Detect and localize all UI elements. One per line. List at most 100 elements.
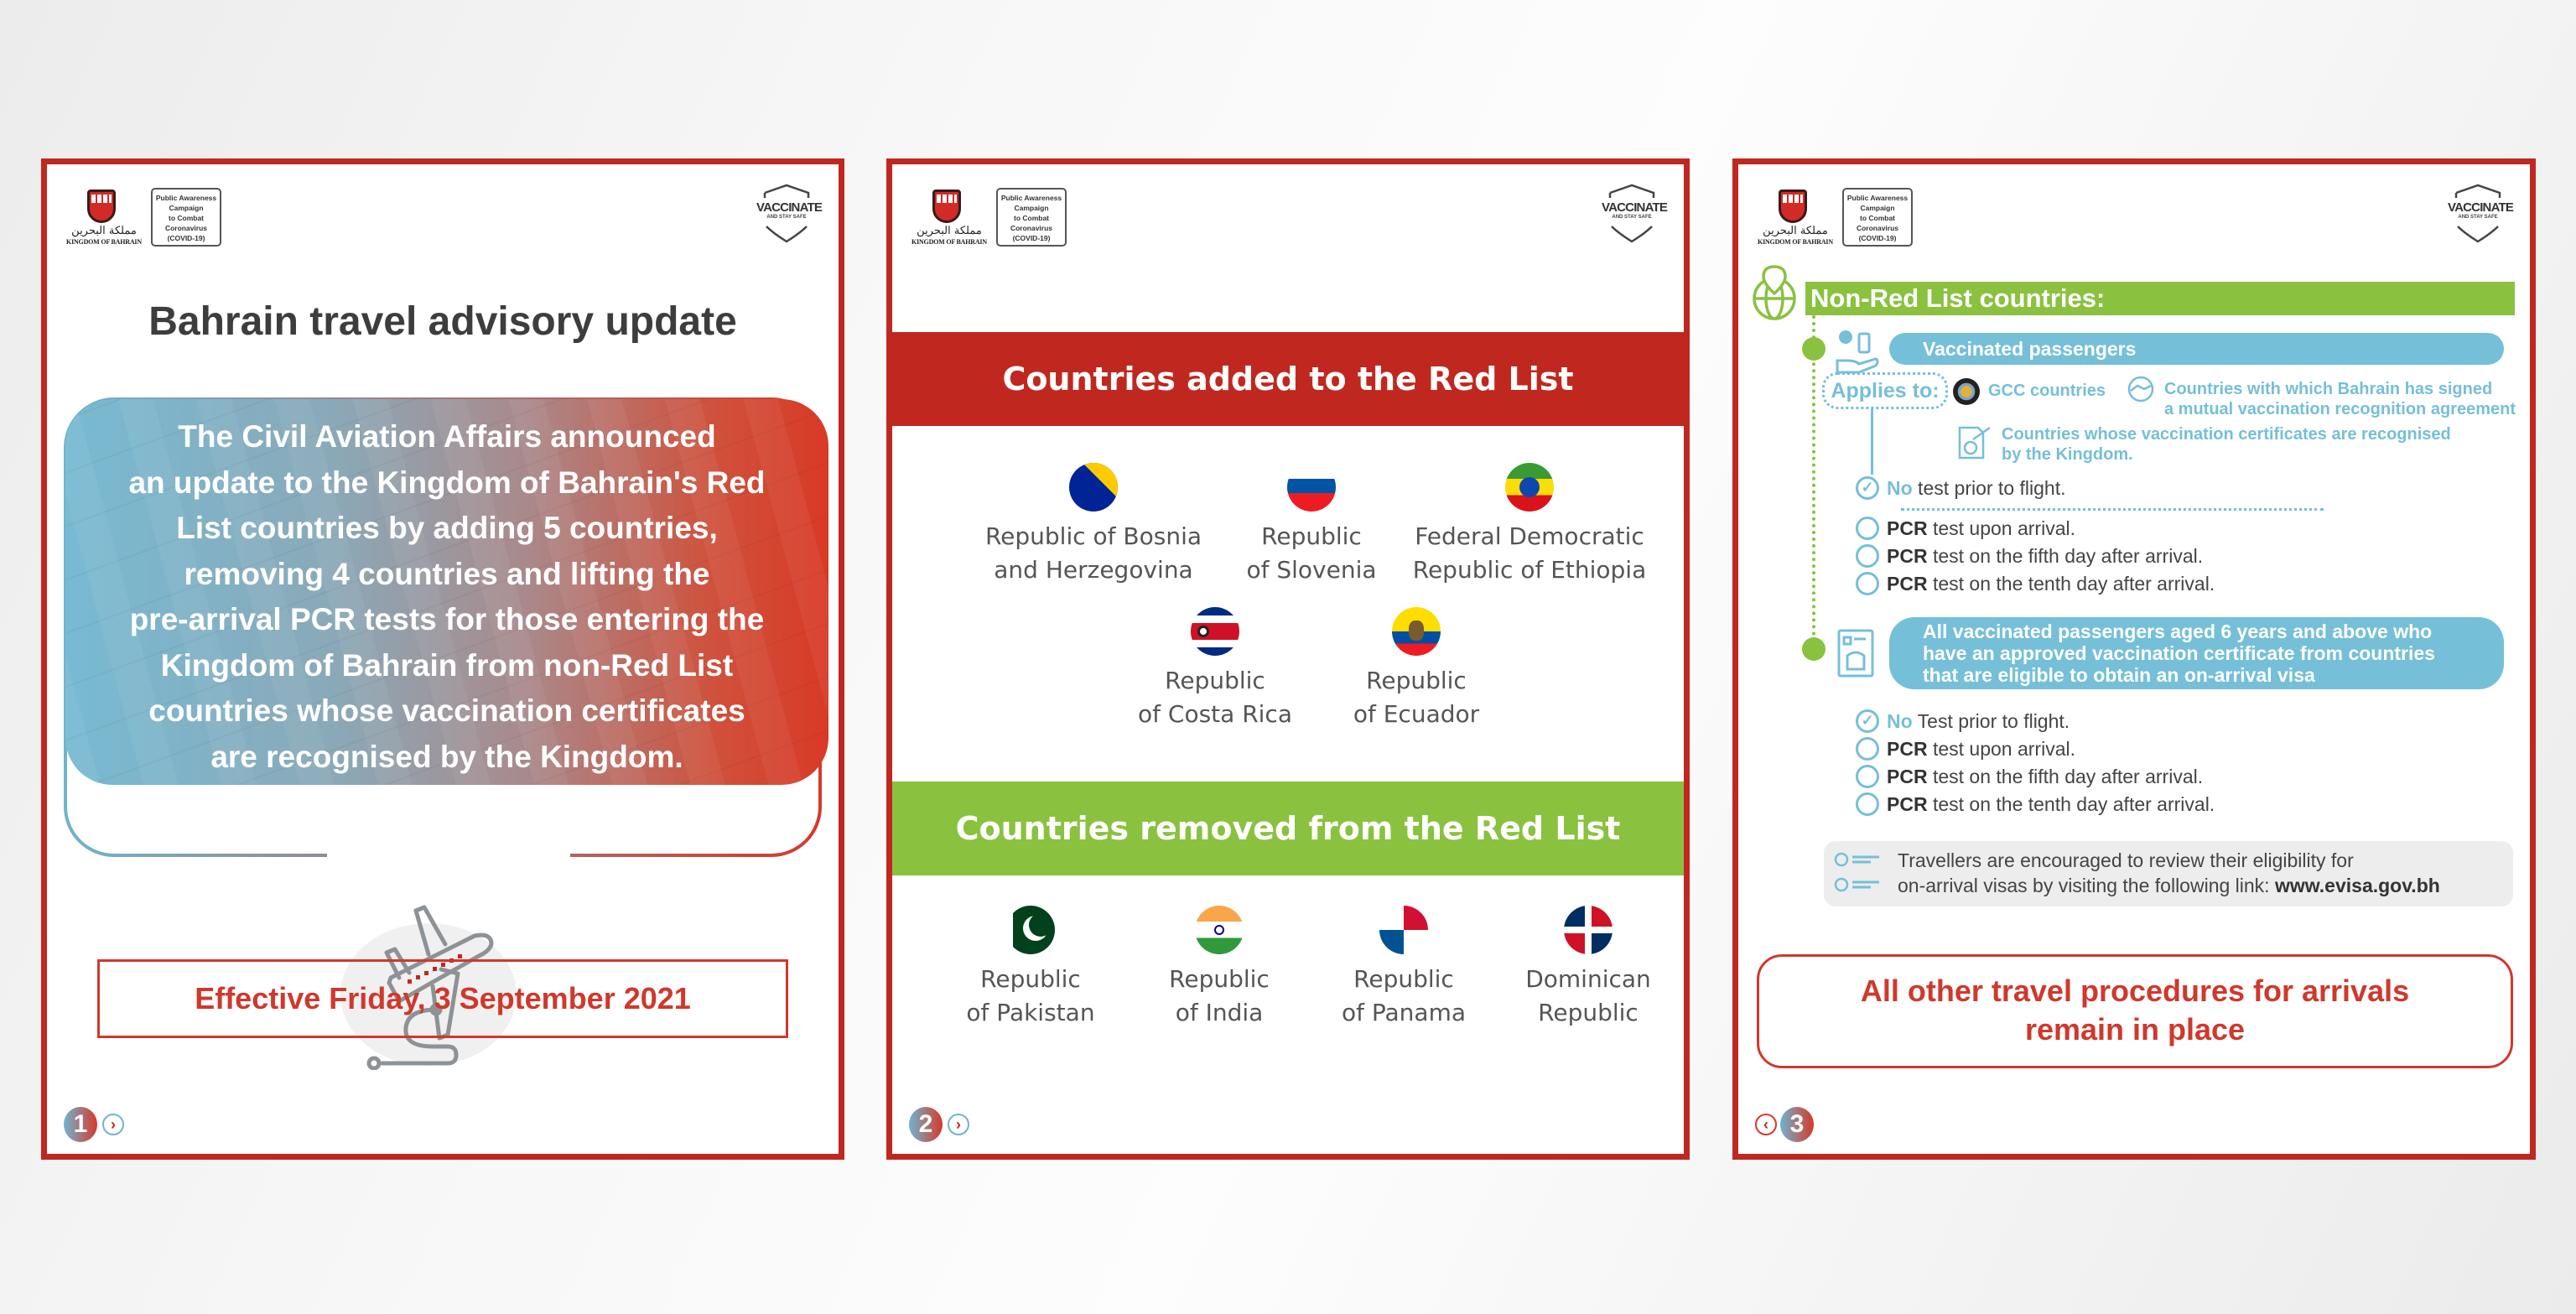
vaccinate-shield-badge: VACCINATE AND STAY SAFE xyxy=(1602,183,1668,243)
campaign-badge: Public Awareness Campaign to Combat Coro… xyxy=(1842,188,1913,247)
country-item: Republic of India xyxy=(1148,906,1291,1030)
country-name-line: Republic xyxy=(1538,999,1639,1026)
country-item: Republic of Ecuador xyxy=(1328,607,1504,731)
effective-date-banner: Effective Friday, 3 September 2021 xyxy=(97,959,788,1038)
country-item: Republic of Pakistan xyxy=(947,906,1114,1030)
ethiopia-flag-icon xyxy=(1505,463,1554,512)
recognised-line: by the Kingdom. xyxy=(2002,445,2133,464)
campaign-line: (COVID-19) xyxy=(167,234,205,242)
crest-shield-icon xyxy=(87,190,116,223)
campaign-line: Campaign xyxy=(169,204,204,212)
country-name-line: Republic of Ethiopia xyxy=(1412,556,1647,584)
crest-arabic-text: مملكة البحرين xyxy=(917,225,982,237)
costa-rica-flag-icon xyxy=(1191,607,1239,656)
country-name-line: Republic xyxy=(980,965,1081,993)
vaccinate-subtitle: AND STAY SAFE xyxy=(2458,215,2498,220)
requirement-row: PCR test on the fifth day after arrival. xyxy=(1856,543,2203,570)
requirement-text: test on the fifth day after arrival. xyxy=(1927,766,2204,787)
handshake-icon xyxy=(2127,376,2154,403)
empty-circle-icon xyxy=(1856,736,1879,761)
campaign-line: Coronavirus xyxy=(1010,224,1053,232)
vaccinate-subtitle: AND STAY SAFE xyxy=(1612,215,1652,220)
crest-english-text: KINGDOM OF BAHRAIN xyxy=(66,238,142,246)
pager: ‹ 3 xyxy=(1755,1107,1839,1142)
campaign-line: to Combat xyxy=(168,214,205,222)
page-title: Bahrain travel advisory update xyxy=(148,299,737,344)
india-flag-icon xyxy=(1195,906,1244,954)
frame-gap xyxy=(327,835,570,869)
next-arrow-icon[interactable]: › xyxy=(948,1114,969,1135)
campaign-line: to Combat xyxy=(1013,214,1050,222)
requirement-row: PCR test upon arrival. xyxy=(1856,515,2075,543)
requirement-prefix: PCR xyxy=(1887,517,1928,539)
requirement-row: PCR test on the tenth day after arrival. xyxy=(1856,570,2215,598)
slide-3: مملكة البحرين KINGDOM OF BAHRAIN Public … xyxy=(1732,158,2536,1160)
pager: 2 › xyxy=(909,1107,993,1142)
evisa-note: Travellers are encouraged to review thei… xyxy=(1824,841,2513,906)
campaign-line: Coronavirus xyxy=(164,224,208,232)
timeline-dotted-line xyxy=(1812,315,1815,649)
country-name-line: of Slovenia xyxy=(1246,556,1377,584)
gcc-countries: GCC countries xyxy=(1988,382,2106,400)
slide-2: مملكة البحرين KINGDOM OF BAHRAIN Public … xyxy=(886,158,1690,1160)
requirement-prefix: PCR xyxy=(1887,738,1928,760)
campaign-badge: Public Awareness Campaign to Combat Coro… xyxy=(151,188,221,247)
prev-arrow-icon[interactable]: ‹ xyxy=(1755,1114,1777,1135)
check-circle-icon: ✓ xyxy=(1856,709,1879,733)
vaccinate-title: VACCINATE xyxy=(1602,200,1668,215)
added-heading: Countries added to the Red List xyxy=(892,332,1684,426)
evisa-link[interactable]: www.evisa.gov.bh xyxy=(2275,875,2440,896)
empty-circle-icon xyxy=(1856,764,1879,788)
other-procedures-line: remain in place xyxy=(2024,1012,2246,1047)
mutual-agreement-line: a mutual vaccination recognition agreeme… xyxy=(2164,400,2516,418)
requirement-text: Test prior to flight. xyxy=(1912,710,2070,732)
page-number-badge: 2 xyxy=(909,1107,943,1142)
campaign-line: (COVID-19) xyxy=(1012,234,1051,242)
dominican-republic-flag-icon xyxy=(1564,906,1613,954)
campaign-line: to Combat xyxy=(1859,214,1896,222)
timeline-dot xyxy=(1802,637,1826,661)
timeline-dot xyxy=(1802,337,1826,361)
mutual-agreement-text: Countries with which Bahrain has signed … xyxy=(2164,379,2516,419)
globe-location-icon xyxy=(1753,265,1796,320)
other-procedures-box: All other travel procedures for arrivals… xyxy=(1757,954,2513,1068)
panama-flag-icon xyxy=(1379,906,1428,954)
campaign-line: Coronavirus xyxy=(1856,224,1899,232)
country-name-line: of Costa Rica xyxy=(1138,700,1292,728)
crest-shield-icon xyxy=(932,190,961,223)
checklist-icon xyxy=(1834,877,1879,892)
country-name-line: of Ecuador xyxy=(1353,700,1480,728)
crest-english-text: KINGDOM OF BAHRAIN xyxy=(1758,238,1833,246)
campaign-badge: Public Awareness Campaign to Combat Coro… xyxy=(996,188,1067,247)
recognised-certificates-text: Countries whose vaccination certificates… xyxy=(2002,424,2451,465)
requirement-row: PCR test on the tenth day after arrival. xyxy=(1856,791,2215,818)
slide-1: مملكة البحرين KINGDOM OF BAHRAIN Public … xyxy=(41,158,844,1160)
campaign-line: Campaign xyxy=(1014,204,1049,212)
next-arrow-icon[interactable]: › xyxy=(102,1114,124,1135)
dotted-separator xyxy=(1901,508,2324,511)
announcement-line: are recognised by the Kingdom. xyxy=(210,739,683,774)
announcement-line: countries whose vaccination certificates xyxy=(148,693,745,728)
announcement-line: List countries by adding 5 countries, xyxy=(176,511,718,545)
requirement-row: ✓ No test prior to flight. xyxy=(1856,475,2065,502)
vaccinate-title: VACCINATE xyxy=(2448,200,2514,215)
country-name-line: Republic xyxy=(1366,667,1467,694)
gcc-logo-icon xyxy=(1953,378,1980,405)
visa-eligibility-line: All vaccinated passengers aged 6 years a… xyxy=(1923,621,2433,642)
bahrain-crest-logo: مملكة البحرين KINGDOM OF BAHRAIN xyxy=(1753,188,1837,247)
requirement-prefix: PCR xyxy=(1887,793,1928,815)
crest-arabic-text: مملكة البحرين xyxy=(71,225,137,237)
certificate-syringe-icon xyxy=(1958,426,1991,460)
country-name-line: Dominican xyxy=(1525,965,1651,993)
country-item: Republic of Slovenia xyxy=(1232,463,1391,587)
empty-circle-icon xyxy=(1856,571,1879,595)
country-item: Republic of Panama xyxy=(1324,906,1483,1030)
requirement-prefix: PCR xyxy=(1887,573,1928,595)
country-name-line: and Herzegovina xyxy=(994,556,1193,584)
visa-document-icon xyxy=(1837,629,1874,678)
pakistan-flag-icon xyxy=(1006,906,1055,954)
checklist-icon xyxy=(1834,852,1879,867)
page-number-badge: 3 xyxy=(1780,1107,1814,1142)
country-name-line: Republic xyxy=(1165,667,1265,694)
country-item: Dominican Republic xyxy=(1509,906,1668,1030)
